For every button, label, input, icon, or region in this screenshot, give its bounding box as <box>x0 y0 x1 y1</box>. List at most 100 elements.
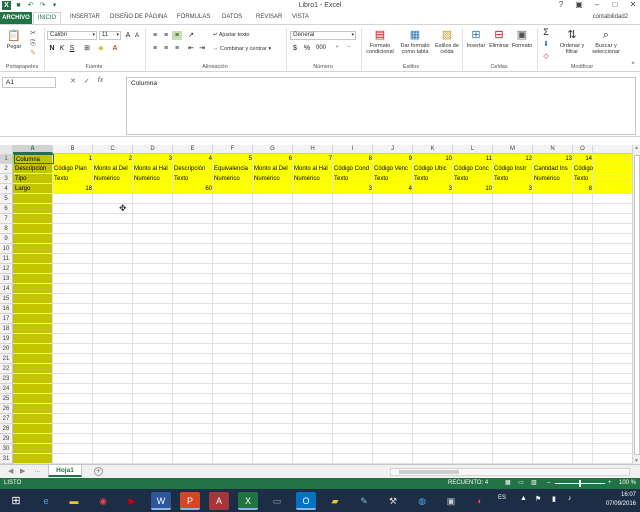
cell[interactable]: 12 <box>493 154 533 164</box>
row-header[interactable]: 16 <box>0 304 13 314</box>
clock[interactable]: 16:07 07/09/2016 <box>606 491 636 509</box>
cell[interactable]: Texto <box>373 174 413 184</box>
cell[interactable]: Código Deta <box>573 164 593 174</box>
page-break-icon[interactable]: ▥ <box>531 478 537 489</box>
start-button-icon[interactable]: ⊞ <box>6 492 26 510</box>
help-icon[interactable]: ? <box>556 0 566 9</box>
column-header-f[interactable]: F <box>213 145 253 154</box>
cell[interactable]: Descripción <box>173 164 213 174</box>
enter-icon[interactable]: ✓ <box>84 77 90 85</box>
row-header[interactable]: 14 <box>0 284 13 294</box>
column-header-d[interactable]: D <box>133 145 173 154</box>
tray-arrow-icon[interactable]: ▲ <box>520 495 527 502</box>
cell[interactable]: Monto al Del <box>93 164 133 174</box>
cell[interactable]: 10 <box>413 154 453 164</box>
horizontal-scroll-thumb[interactable] <box>399 470 459 474</box>
increase-decimal-icon[interactable]: ⁺ <box>332 44 342 53</box>
row-header[interactable]: 18 <box>0 324 13 334</box>
cell[interactable]: Monto al Del <box>253 164 293 174</box>
cell[interactable]: Cantidad Ins <box>533 164 573 174</box>
row-header[interactable]: 31 <box>0 454 13 464</box>
indent-increase-icon[interactable]: ⇥ <box>197 44 207 53</box>
zoom-slider[interactable] <box>555 480 605 487</box>
decrease-decimal-icon[interactable]: ⁻ <box>344 44 354 53</box>
cell[interactable]: Monto al Hal <box>133 164 173 174</box>
zoom-slider-knob[interactable] <box>579 480 581 487</box>
zoom-out-icon[interactable]: – <box>547 478 550 489</box>
sheet-tab-hoja1[interactable]: Hoja1 <box>48 465 82 477</box>
worksheet-grid[interactable]: 1 2 3 4 5 6 7 8 9 10 11 12 13 14 15 16 17 18 19 20 21 22 23 24 2… <box>0 154 632 464</box>
row-header[interactable]: 24 <box>0 384 13 394</box>
cell[interactable]: Código Plan <box>53 164 93 174</box>
align-bottom-icon[interactable]: ≡ <box>172 31 182 40</box>
cell[interactable]: Código Cond <box>333 164 373 174</box>
user-name[interactable]: contabilidad2 <box>593 14 628 20</box>
row-header[interactable]: 20 <box>0 344 13 354</box>
cell[interactable]: 3 <box>493 184 533 194</box>
find-select-button[interactable]: ⌕ Buscar y seleccionar <box>589 28 623 55</box>
cell[interactable]: Numérico <box>213 174 253 184</box>
file-explorer-icon[interactable]: ▬ <box>64 492 84 510</box>
column-header-i[interactable]: I <box>333 145 373 154</box>
cell[interactable] <box>533 184 573 194</box>
row-header[interactable]: 19 <box>0 334 13 344</box>
network-app-icon[interactable]: ◍ <box>412 492 432 510</box>
cell[interactable] <box>133 184 173 194</box>
align-center-icon[interactable]: ≡ <box>161 44 171 53</box>
sort-filter-button[interactable]: ⇅ Ordenar y filtrar <box>556 28 588 55</box>
thousands-button[interactable]: 000 <box>314 44 328 53</box>
row-header[interactable]: 8 <box>0 224 13 234</box>
close-icon[interactable]: ✕ <box>628 0 638 9</box>
chrome-icon[interactable]: ◉ <box>93 492 113 510</box>
cell[interactable]: 5 <box>213 154 253 164</box>
ribbon-display-icon[interactable]: ▣ <box>574 0 584 9</box>
cell[interactable]: Texto <box>453 174 493 184</box>
cell[interactable]: Numérico <box>533 174 573 184</box>
excel-taskbar-icon[interactable]: X <box>238 492 258 510</box>
cell[interactable]: 3 <box>133 154 173 164</box>
cell[interactable]: Numérico <box>293 174 333 184</box>
column-header-n[interactable]: N <box>533 145 573 154</box>
italic-button[interactable]: K <box>57 44 67 53</box>
autosum-icon[interactable]: Σ <box>541 28 551 37</box>
tab-vista[interactable]: VISTA <box>292 14 309 20</box>
row-header[interactable]: 11 <box>0 254 13 264</box>
cell[interactable]: 11 <box>453 154 493 164</box>
add-sheet-icon[interactable]: + <box>94 467 103 476</box>
column-header-l[interactable]: L <box>453 145 493 154</box>
align-middle-icon[interactable]: ≡ <box>161 31 171 40</box>
bold-button[interactable]: N <box>47 44 57 53</box>
formula-input[interactable]: Columna <box>126 77 636 135</box>
cell[interactable]: 6 <box>253 154 293 164</box>
cell[interactable]: 9 <box>373 154 413 164</box>
row-header[interactable]: 2 <box>0 164 13 174</box>
underline-button[interactable]: S <box>67 44 77 53</box>
clear-icon[interactable]: ◇ <box>541 52 551 61</box>
cell[interactable]: Texto <box>53 174 93 184</box>
tab-insertar[interactable]: INSERTAR <box>70 14 100 20</box>
cell[interactable]: 2 <box>93 154 133 164</box>
internet-explorer-icon[interactable]: e <box>36 492 56 510</box>
device-icon[interactable]: ▣ <box>441 492 461 510</box>
format-as-table-button[interactable]: ▦ Dar formato como tabla <box>398 28 432 55</box>
cell[interactable]: Texto <box>493 174 533 184</box>
tool-icon[interactable]: ⚒ <box>383 492 403 510</box>
insert-function-icon[interactable]: fx <box>98 77 103 85</box>
row-header[interactable]: 4 <box>0 184 13 194</box>
cell[interactable]: Texto <box>573 174 593 184</box>
cell[interactable]: 18 <box>53 184 93 194</box>
row-header[interactable]: 27 <box>0 414 13 424</box>
cell[interactable]: Texto <box>333 174 373 184</box>
column-header-g[interactable]: G <box>253 145 293 154</box>
cell-a2[interactable]: Descripción <box>14 164 54 174</box>
row-header[interactable]: 5 <box>0 194 13 204</box>
column-header-h[interactable]: H <box>293 145 333 154</box>
row-header[interactable]: 7 <box>0 214 13 224</box>
cell[interactable]: Numérico <box>133 174 173 184</box>
word-icon[interactable]: W <box>151 492 171 510</box>
tab-revisar[interactable]: REVISAR <box>256 14 282 20</box>
row-header[interactable]: 22 <box>0 364 13 374</box>
cell[interactable] <box>93 184 133 194</box>
font-color-icon[interactable]: A <box>110 44 120 53</box>
app-red-icon[interactable]: ◐ <box>470 492 490 510</box>
